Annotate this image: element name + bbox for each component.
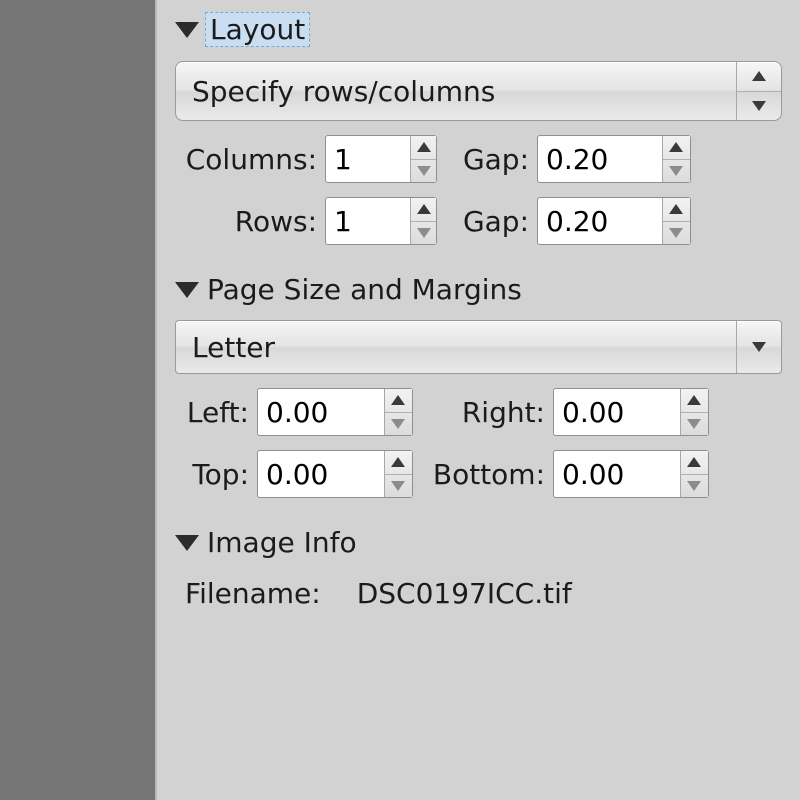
top-margin-input[interactable] bbox=[258, 451, 384, 497]
chevron-down-icon[interactable] bbox=[411, 222, 436, 245]
margins-row-1: Left: Right: bbox=[175, 388, 782, 436]
chevron-down-icon[interactable] bbox=[385, 475, 412, 498]
right-margin-stepper[interactable] bbox=[553, 388, 709, 436]
spin-buttons[interactable] bbox=[662, 198, 690, 244]
left-label: Left: bbox=[175, 396, 249, 429]
columns-row: Columns: Gap: bbox=[175, 135, 782, 183]
chevron-down-icon[interactable] bbox=[737, 92, 781, 121]
rows-input[interactable] bbox=[326, 198, 410, 244]
disclosure-triangle-icon bbox=[175, 535, 199, 551]
filename-row: Filename: DSC0197ICC.tif bbox=[185, 577, 800, 610]
columns-label: Columns: bbox=[175, 143, 317, 176]
top-margin-stepper[interactable] bbox=[257, 450, 413, 498]
spin-buttons[interactable] bbox=[410, 198, 436, 244]
chevron-down-icon[interactable] bbox=[663, 222, 690, 245]
section-header-layout[interactable]: Layout bbox=[175, 12, 800, 47]
columns-gap-stepper[interactable] bbox=[537, 135, 691, 183]
spin-buttons[interactable] bbox=[384, 451, 412, 497]
columns-gap-input[interactable] bbox=[538, 136, 662, 182]
spin-buttons[interactable] bbox=[662, 136, 690, 182]
section-title: Layout bbox=[205, 12, 310, 47]
bottom-margin-input[interactable] bbox=[554, 451, 680, 497]
chevron-down-icon[interactable] bbox=[385, 413, 412, 436]
rows-gap-stepper[interactable] bbox=[537, 197, 691, 245]
columns-gap-label: Gap: bbox=[445, 143, 529, 176]
spin-buttons[interactable] bbox=[680, 389, 708, 435]
chevron-up-icon[interactable] bbox=[663, 136, 690, 160]
left-margin-stepper[interactable] bbox=[257, 388, 413, 436]
rows-row: Rows: Gap: bbox=[175, 197, 782, 245]
rows-gap-label: Gap: bbox=[445, 205, 529, 238]
chevron-down-icon bbox=[752, 342, 766, 352]
disclosure-triangle-icon bbox=[175, 282, 199, 298]
chevron-down-icon[interactable] bbox=[681, 413, 708, 436]
spin-buttons[interactable] bbox=[410, 136, 436, 182]
section-header-page[interactable]: Page Size and Margins bbox=[175, 273, 800, 306]
chevron-up-icon[interactable] bbox=[663, 198, 690, 222]
right-label: Right: bbox=[421, 396, 545, 429]
layout-mode-value: Specify rows/columns bbox=[176, 62, 736, 120]
left-margin-input[interactable] bbox=[258, 389, 384, 435]
section-title: Image Info bbox=[205, 526, 359, 559]
chevron-up-icon[interactable] bbox=[385, 389, 412, 413]
filename-label: Filename: bbox=[185, 577, 321, 610]
bottom-label: Bottom: bbox=[421, 458, 545, 491]
dropdown-button[interactable] bbox=[736, 321, 781, 373]
spin-buttons[interactable] bbox=[680, 451, 708, 497]
spin-buttons[interactable] bbox=[384, 389, 412, 435]
columns-input[interactable] bbox=[326, 136, 410, 182]
chevron-up-icon[interactable] bbox=[681, 389, 708, 413]
section-header-image[interactable]: Image Info bbox=[175, 526, 800, 559]
filename-value: DSC0197ICC.tif bbox=[357, 577, 572, 610]
rows-label: Rows: bbox=[175, 205, 317, 238]
chevron-up-icon[interactable] bbox=[411, 136, 436, 160]
chevron-down-icon[interactable] bbox=[411, 160, 436, 183]
columns-stepper[interactable] bbox=[325, 135, 437, 183]
chevron-up-icon[interactable] bbox=[411, 198, 436, 222]
chevron-down-icon[interactable] bbox=[663, 160, 690, 183]
settings-panel: Layout Specify rows/columns Columns: Gap… bbox=[155, 0, 800, 800]
rows-stepper[interactable] bbox=[325, 197, 437, 245]
chevron-up-icon[interactable] bbox=[385, 451, 412, 475]
section-title: Page Size and Margins bbox=[205, 273, 524, 306]
disclosure-triangle-icon bbox=[175, 22, 199, 38]
page-size-combo[interactable]: Letter bbox=[175, 320, 782, 374]
top-label: Top: bbox=[175, 458, 249, 491]
page-size-value: Letter bbox=[176, 321, 736, 373]
chevron-down-icon[interactable] bbox=[681, 475, 708, 498]
combo-stepper[interactable] bbox=[736, 62, 781, 120]
chevron-up-icon[interactable] bbox=[737, 62, 781, 92]
layout-mode-combo[interactable]: Specify rows/columns bbox=[175, 61, 782, 121]
rows-gap-input[interactable] bbox=[538, 198, 662, 244]
margins-row-2: Top: Bottom: bbox=[175, 450, 782, 498]
right-margin-input[interactable] bbox=[554, 389, 680, 435]
bottom-margin-stepper[interactable] bbox=[553, 450, 709, 498]
chevron-up-icon[interactable] bbox=[681, 451, 708, 475]
